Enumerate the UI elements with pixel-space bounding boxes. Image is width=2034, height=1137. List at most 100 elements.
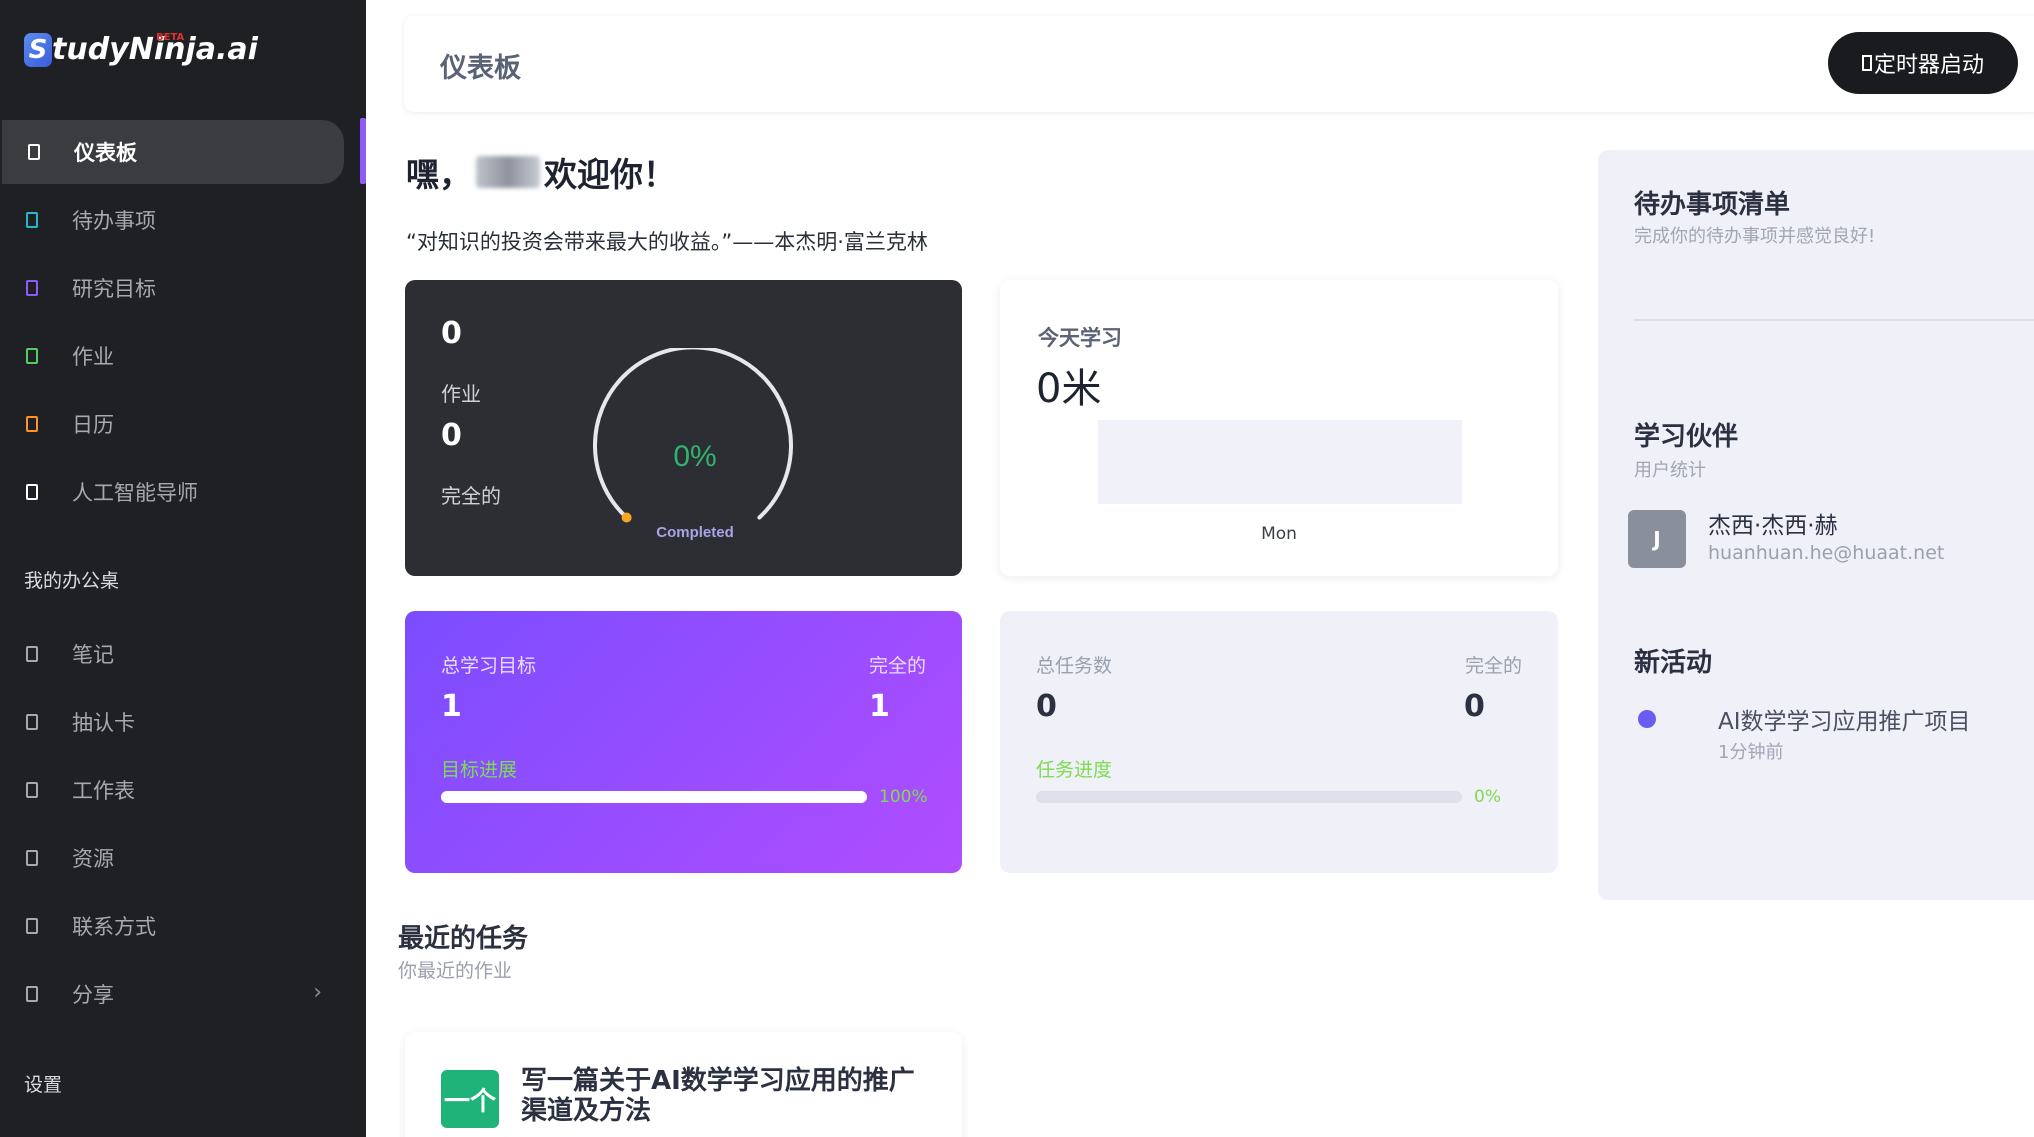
- sidebar-item-ai-tutor[interactable]: 人工智能导师: [0, 460, 342, 524]
- avatar[interactable]: J: [1628, 510, 1686, 568]
- right-panel: 待办事项清单 完成你的待办事项并感觉良好! 学习伙伴 用户统计 J 杰西·杰西·…: [1598, 150, 2034, 900]
- share-icon: [26, 986, 38, 1002]
- logo-mark: S: [24, 32, 52, 67]
- tasks-progress-label: 任务进度: [1036, 759, 1113, 781]
- active-indicator: [360, 118, 366, 184]
- sidebar-item-label: 笔记: [72, 643, 114, 667]
- gauge-track: [593, 348, 793, 520]
- goals-progress-fill: [441, 791, 867, 803]
- timer-button-label: 定时器启动: [1873, 53, 1984, 78]
- timer-start-button[interactable]: 定时器启动: [1828, 32, 2018, 94]
- greeting-suffix: 欢迎你！: [544, 155, 676, 194]
- sidebar-item-label: 工作表: [72, 779, 135, 803]
- greeting: 嘿， 欢迎你！: [406, 148, 676, 196]
- today-chart-bar: [1098, 420, 1462, 504]
- sidebar-item-label: 资源: [72, 847, 114, 871]
- sidebar-item-calendar[interactable]: 日历: [0, 392, 342, 456]
- goals-progress-label: 目标进展: [441, 759, 518, 781]
- quote: “对知识的投资会带来最大的收益。”——本杰明·富兰克林: [406, 230, 928, 254]
- today-study-card: 今天学习 0米 Mon: [1000, 280, 1558, 576]
- goals-total-label: 总学习目标: [441, 655, 537, 677]
- gauge-percent: 0%: [673, 440, 716, 473]
- blurred-username: [476, 156, 540, 188]
- study-buddies-title: 学习伙伴: [1634, 422, 1739, 452]
- task-card[interactable]: 一个 写一篇关于AI数学学习应用的推广渠道及方法: [405, 1032, 962, 1137]
- tasks-card[interactable]: 总任务数 完全的 0 0 任务进度 0%: [1000, 611, 1558, 873]
- sidebar-item-todo[interactable]: 待办事项: [0, 188, 342, 252]
- sidebar-item-label: 人工智能导师: [72, 481, 198, 505]
- tasks-done: 0: [1464, 689, 1485, 724]
- sidebar-item-share[interactable]: 分享 ›: [0, 962, 342, 1026]
- logo-text: tudyNinja.ai: [52, 32, 258, 67]
- todo-list-title: 待办事项清单: [1634, 190, 1791, 220]
- calendar-icon: [26, 416, 38, 432]
- today-label: 今天学习: [1038, 326, 1122, 350]
- buddy-name[interactable]: 杰西·杰西·赫: [1708, 506, 1838, 540]
- sidebar-item-label: 待办事项: [72, 209, 156, 233]
- recent-tasks-title: 最近的任务: [398, 924, 529, 954]
- goals-done-label: 完全的: [868, 655, 926, 677]
- activity-item-time: 1分钟前: [1718, 742, 1784, 763]
- today-day-label: Mon: [1261, 524, 1297, 544]
- task-type-icon: 一个: [441, 1070, 499, 1128]
- assignments-count: 0: [441, 316, 462, 351]
- resources-icon: [26, 850, 38, 866]
- sidebar-item-notes[interactable]: 笔记: [0, 622, 342, 686]
- tasks-done-label: 完全的: [1464, 655, 1522, 677]
- app-logo[interactable]: S tudyNinja.ai: [24, 32, 258, 67]
- gauge-progress-dot: [621, 512, 632, 523]
- divider: [1634, 319, 2034, 321]
- task-title: 写一篇关于AI数学学习应用的推广渠道及方法: [521, 1066, 915, 1126]
- sidebar-item-contacts[interactable]: 联系方式: [0, 894, 342, 958]
- sidebar-item-label: 研究目标: [72, 277, 156, 301]
- todo-list-subtitle: 完成你的待办事项并感觉良好!: [1634, 226, 1876, 247]
- sidebar-item-label: 日历: [72, 413, 114, 437]
- sidebar: S tudyNinja.ai BETA 仪表板 待办事项 研究目标 作业 日历 …: [0, 0, 366, 1137]
- today-value: 0米: [1036, 366, 1102, 412]
- page-title: 仪表板: [440, 53, 521, 84]
- greeting-prefix: 嘿，: [406, 155, 472, 194]
- workspace-section-title: 我的办公桌: [24, 570, 120, 592]
- chevron-right-icon: ›: [313, 980, 322, 1005]
- recent-tasks-subtitle: 你最近的作业: [398, 960, 513, 982]
- tasks-total-label: 总任务数: [1036, 655, 1113, 677]
- tasks-progress-pct: 0%: [1474, 787, 1501, 807]
- contacts-icon: [26, 918, 38, 934]
- tasks-total: 0: [1036, 689, 1057, 724]
- sidebar-item-assignments[interactable]: 作业: [0, 324, 342, 388]
- goals-card[interactable]: 总学习目标 完全的 1 1 目标进展 100%: [405, 611, 962, 873]
- goals-progress-pct: 100%: [879, 787, 928, 807]
- goals-done: 1: [869, 689, 890, 724]
- activity-item-title[interactable]: AI数学学习应用推广项目: [1718, 702, 1971, 736]
- goals-total: 1: [441, 689, 462, 724]
- sidebar-item-label: 仪表板: [74, 141, 137, 165]
- assignment-icon: [26, 348, 38, 364]
- activity-title: 新活动: [1634, 648, 1713, 678]
- goals-progress-track: [441, 791, 867, 803]
- assignments-card: 0 作业 0 完全的 0% Completed: [405, 280, 962, 576]
- buddy-email: huanhuan.he@huaat.net: [1708, 542, 1945, 564]
- flashcards-icon: [26, 714, 38, 730]
- settings-link[interactable]: 设置: [24, 1070, 62, 1097]
- study-buddies-subtitle: 用户统计: [1634, 460, 1706, 481]
- sidebar-item-dashboard[interactable]: 仪表板: [2, 120, 344, 184]
- sidebar-item-worksheets[interactable]: 工作表: [0, 758, 342, 822]
- sidebar-item-label: 抽认卡: [72, 711, 135, 735]
- activity-dot-icon: [1638, 710, 1656, 728]
- sidebar-item-flashcards[interactable]: 抽认卡: [0, 690, 342, 754]
- dashboard-icon: [28, 144, 40, 160]
- worksheet-icon: [26, 782, 38, 798]
- sidebar-item-label: 联系方式: [72, 915, 156, 939]
- assignments-label: 作业: [441, 382, 481, 406]
- timer-icon: [1861, 55, 1872, 71]
- sidebar-item-resources[interactable]: 资源: [0, 826, 342, 890]
- target-icon: [26, 280, 38, 296]
- notes-icon: [26, 646, 38, 662]
- beta-badge: BETA: [156, 32, 185, 43]
- completed-count: 0: [441, 418, 462, 453]
- sidebar-item-goals[interactable]: 研究目标: [0, 256, 342, 320]
- sidebar-item-label: 作业: [72, 345, 114, 369]
- header: 仪表板 定时器启动: [404, 16, 2034, 112]
- tasks-progress-track: [1036, 791, 1462, 803]
- ai-tutor-icon: [26, 484, 38, 500]
